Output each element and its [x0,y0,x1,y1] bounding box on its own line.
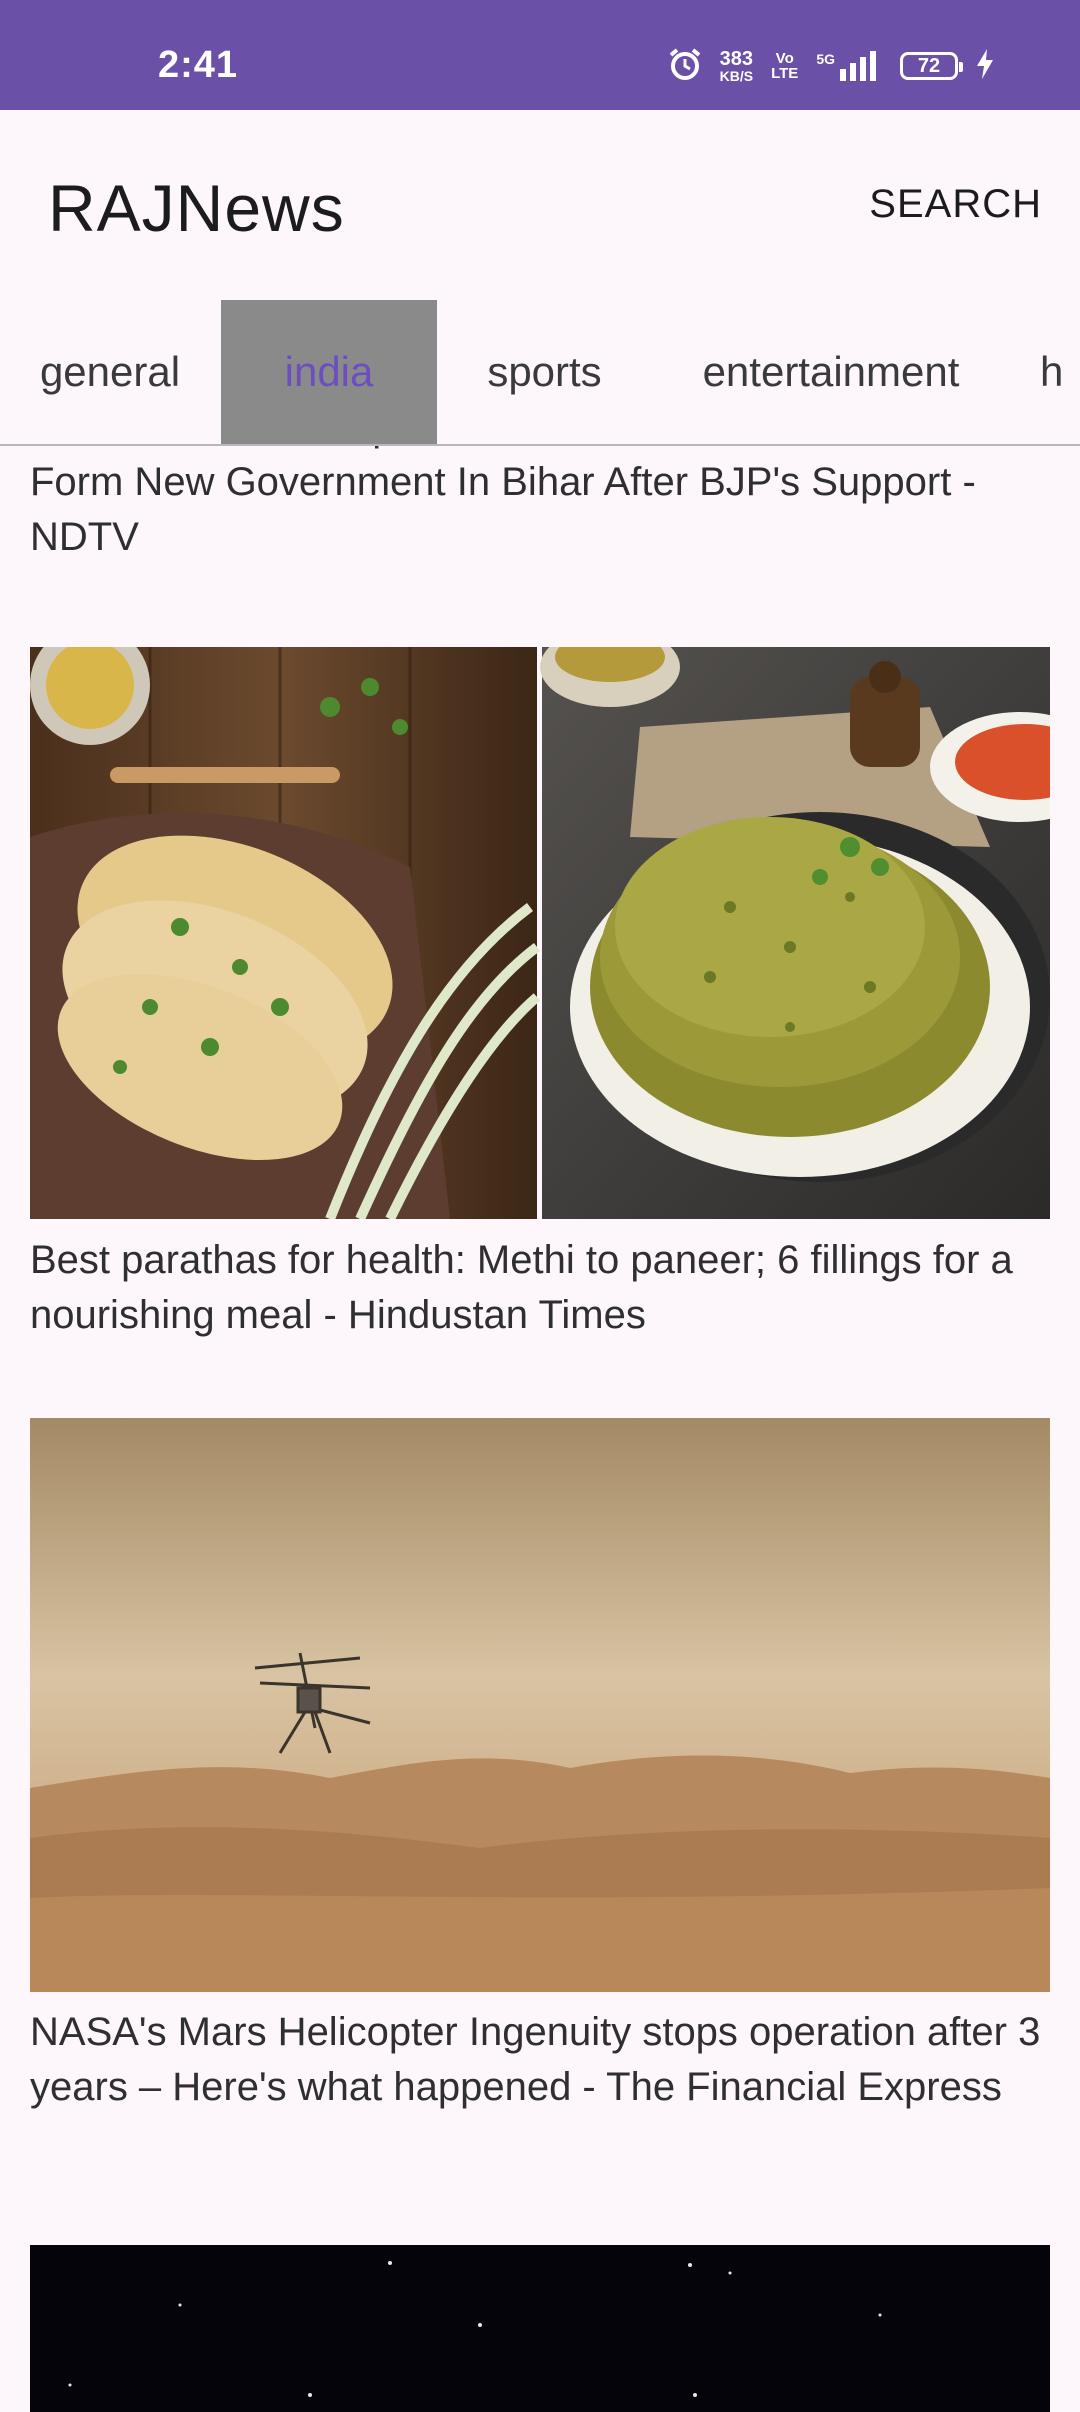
category-tabs: general india sports entertainment h [0,300,1080,446]
signal-5g-icon: 5G [816,51,882,81]
article-headline[interactable]: NASA's Mars Helicopter Ingenuity stops o… [30,2005,1055,2115]
status-time: 2:41 [158,44,239,86]
app-title: RAJNews [48,171,345,245]
alarm-icon [668,47,702,86]
search-button[interactable]: SEARCH [869,182,1042,227]
tab-entertainment[interactable]: entertainment [668,300,994,444]
app-bar: RAJNews SEARCH [0,110,1080,300]
tab-h[interactable]: h [1040,300,1080,444]
mars-helicopter-photo[interactable] [30,1418,1050,1992]
status-icons: 383 KB/S Vo LTE 5G 72 [668,46,994,86]
volte-indicator: Vo LTE [771,50,799,82]
tab-india[interactable]: india [221,300,437,444]
parathas-photo[interactable] [30,647,1050,1219]
battery-level: 72 [917,54,941,77]
status-bar: 2:41 383 KB/S Vo LTE 5G 72 [0,0,1080,110]
tab-sports[interactable]: sports [452,300,637,444]
network-speed-unit: KB/S [719,68,754,84]
tab-general[interactable]: general [0,300,220,444]
network-speed-value: 383 [719,48,754,70]
charging-icon [976,48,994,84]
news-feed: Bihar Crisis LIVE Updates: Nitish Kumar … [0,400,1080,2412]
article-headline[interactable]: Best parathas for health: Methi to panee… [30,1233,1055,1343]
battery-icon: 72 [900,52,963,80]
dark-night-photo[interactable] [30,2245,1050,2412]
network-speed: 383 KB/S [720,49,753,83]
